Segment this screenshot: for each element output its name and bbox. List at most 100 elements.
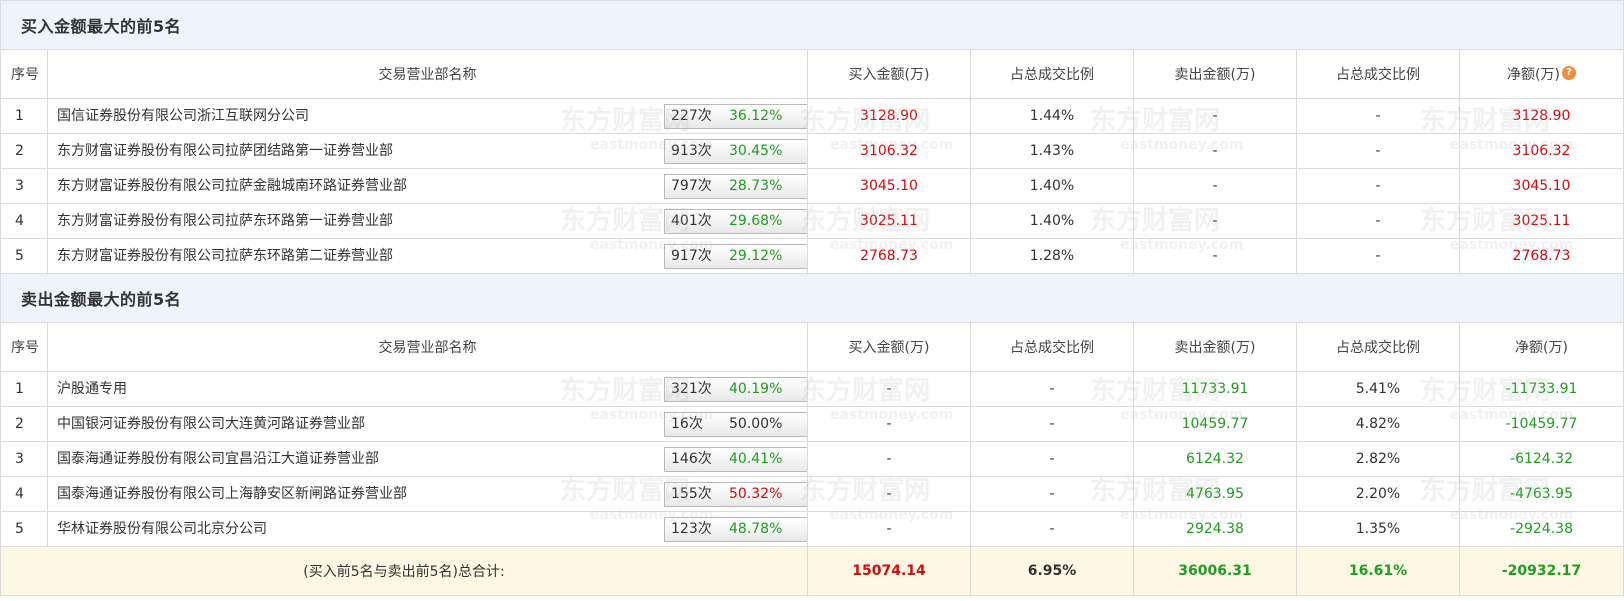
cell-buy-ratio: 1.44%	[970, 98, 1134, 134]
broker-stats-toggle[interactable]: 321次40.19%?	[664, 377, 807, 402]
broker-name-cell: 中国银河证券股份有限公司大连黄河路证券营业部 16次 50.00%	[47, 406, 808, 442]
broker-name-link[interactable]: 华林证券股份有限公司北京分公司	[57, 513, 267, 546]
total-row: (买入前5名与卖出前5名)总合计: 15074.14 6.95% 36006.31 16…	[0, 546, 1624, 596]
broker-name-link[interactable]: 国泰海通证券股份有限公司宜昌沿江大道证券营业部	[57, 443, 379, 476]
listing-count: 797次	[671, 178, 712, 194]
section-title: 卖出金额最大的前5名	[0, 273, 1624, 323]
win-rate: 36.12%	[729, 108, 783, 124]
table-header-row: 序号 交易营业部名称 买入金额(万) 占总成交比例 卖出金额(万) 占总成交比例 净额(万)	[0, 322, 1624, 372]
cell-buy: -	[807, 476, 971, 512]
broker-name-link[interactable]: 东方财富证券股份有限公司拉萨团结路第一证券营业部	[57, 135, 393, 168]
table-row[interactable]: 5 华林证券股份有限公司北京分公司 123次 48.78% - -2924.38 1.35%…	[0, 511, 1624, 547]
help-question-icon[interactable]: ?	[1561, 66, 1576, 80]
column-header-buy-ratio: 占总成交比例	[970, 322, 1134, 372]
table-row[interactable]: 2 中国银河证券股份有限公司大连黄河路证券营业部 16次 50.00% - -10459.…	[0, 406, 1624, 442]
cell-buy-ratio: -	[970, 441, 1134, 477]
total-sell-ratio: 16.61%	[1296, 546, 1460, 596]
broker-stats-toggle[interactable]: 16次 50.00%	[664, 412, 807, 437]
cell-net: 3106.32	[1458, 133, 1624, 169]
broker-name-link[interactable]: 东方财富证券股份有限公司拉萨东环路第二证券营业部	[57, 240, 393, 273]
cell-buy-ratio: -	[970, 371, 1134, 407]
table-row[interactable]: 1 国信证券股份有限公司浙江互联网分公司 227次36.12%?3128.901.4…	[0, 98, 1624, 134]
row-seq: 1	[0, 371, 48, 407]
buy-section-title-row: 买入金额最大的前5名	[0, 0, 1624, 50]
cell-sell: 6124.32	[1133, 441, 1297, 477]
cell-buy: 3025.11	[807, 203, 971, 239]
broker-stats-toggle[interactable]: 146次 40.41%	[664, 447, 807, 472]
cell-buy: 3128.90	[807, 98, 971, 134]
column-header-label: 占总成交比例	[1336, 340, 1420, 356]
win-rate: 48.78%	[729, 521, 783, 537]
broker-name-cell: 沪股通专用 321次40.19%?	[47, 371, 808, 407]
broker-stats-toggle[interactable]: 797次 28.73%	[664, 174, 807, 199]
total-buy: 15074.14	[807, 546, 971, 596]
column-header-label: 买入金额(万)	[848, 67, 930, 83]
cell-sell-ratio: -	[1296, 98, 1460, 134]
column-header-seq: 序号	[0, 49, 48, 99]
row-seq: 1	[0, 98, 48, 134]
cell-sell: -	[1133, 98, 1297, 134]
cell-sell-ratio: -	[1296, 238, 1460, 274]
broker-name-cell: 东方财富证券股份有限公司拉萨金融城南环路证券营业部 797次 28.73%	[47, 168, 808, 204]
sell-section-title-row: 卖出金额最大的前5名	[0, 273, 1624, 323]
broker-stats-toggle[interactable]: 227次36.12%?	[664, 104, 807, 129]
cell-buy: -	[807, 406, 971, 442]
table-row[interactable]: 5 东方财富证券股份有限公司拉萨东环路第二证券营业部 917次 29.12% 2768.…	[0, 238, 1624, 274]
column-header-label: 序号	[11, 67, 39, 83]
row-seq: 3	[0, 168, 48, 204]
cell-sell: 4763.95	[1133, 476, 1297, 512]
cell-sell: 11733.91	[1133, 371, 1297, 407]
cell-net: 2768.73	[1458, 238, 1624, 274]
column-header-label: 净额(万)	[1507, 67, 1560, 83]
win-rate: 29.12%	[729, 248, 783, 264]
broker-name-link[interactable]: 沪股通专用	[57, 373, 127, 406]
listing-count: 146次	[671, 451, 712, 467]
table-row[interactable]: 4 国泰海通证券股份有限公司上海静安区新闸路证券营业部 155次 50.32% - -47…	[0, 476, 1624, 512]
listing-count: 401次	[671, 213, 712, 229]
broker-name-link[interactable]: 东方财富证券股份有限公司拉萨金融城南环路证券营业部	[57, 170, 407, 203]
cell-sell: -	[1133, 203, 1297, 239]
table-row[interactable]: 2 东方财富证券股份有限公司拉萨团结路第一证券营业部 913次 30.45% 3106.…	[0, 133, 1624, 169]
cell-sell-ratio: 2.82%	[1296, 441, 1460, 477]
column-header-label: 序号	[11, 340, 39, 356]
table-row[interactable]: 3 东方财富证券股份有限公司拉萨金融城南环路证券营业部 797次 28.73% 3045…	[0, 168, 1624, 204]
broker-name-cell: 国泰海通证券股份有限公司上海静安区新闸路证券营业部 155次 50.32%	[47, 476, 808, 512]
broker-stats-toggle[interactable]: 401次 29.68%	[664, 209, 807, 234]
cell-sell: 10459.77	[1133, 406, 1297, 442]
cell-buy: -	[807, 371, 971, 407]
cell-net: 3025.11	[1458, 203, 1624, 239]
broker-name-link[interactable]: 国泰海通证券股份有限公司上海静安区新闸路证券营业部	[57, 478, 407, 511]
broker-name-cell: 东方财富证券股份有限公司拉萨东环路第一证券营业部 401次 29.68%	[47, 203, 808, 239]
table-row[interactable]: 4 东方财富证券股份有限公司拉萨东环路第一证券营业部 401次 29.68% 3025.…	[0, 203, 1624, 239]
column-header-label: 占总成交比例	[1336, 67, 1420, 83]
table-row[interactable]: 1沪股通专用321次40.19%?--11733.915.41%-11733.9…	[0, 371, 1624, 407]
win-rate: 40.19%	[729, 381, 783, 397]
broker-stats-toggle[interactable]: 123次 48.78%	[664, 517, 807, 542]
broker-name-link[interactable]: 国信证券股份有限公司浙江互联网分公司	[57, 100, 309, 133]
listing-count: 917次	[671, 248, 712, 264]
win-rate: 30.45%	[729, 143, 783, 159]
column-header-sell-ratio: 占总成交比例	[1296, 322, 1460, 372]
row-seq: 3	[0, 441, 48, 477]
column-header-seq: 序号	[0, 322, 48, 372]
broker-name-cell: 国信证券股份有限公司浙江互联网分公司 227次36.12%?	[47, 98, 808, 134]
win-rate: 40.41%	[729, 451, 783, 467]
cell-sell: -	[1133, 238, 1297, 274]
cell-net: -6124.32	[1458, 441, 1624, 477]
win-rate: 29.68%	[729, 213, 783, 229]
cell-net: 3045.10	[1458, 168, 1624, 204]
cell-buy: -	[807, 511, 971, 547]
table-header-row: 序号 交易营业部名称 买入金额(万) 占总成交比例 卖出金额(万) 占总成交比例 净额(万)…	[0, 49, 1624, 99]
cell-net: -10459.77	[1458, 406, 1624, 442]
cell-net: -2924.38	[1458, 511, 1624, 547]
table-row[interactable]: 3 国泰海通证券股份有限公司宜昌沿江大道证券营业部 146次 40.41% - -6124…	[0, 441, 1624, 477]
broker-stats-toggle[interactable]: 917次 29.12%	[664, 244, 807, 269]
total-sell: 36006.31	[1133, 546, 1297, 596]
cell-sell-ratio: -	[1296, 133, 1460, 169]
broker-name-link[interactable]: 东方财富证券股份有限公司拉萨东环路第一证券营业部	[57, 205, 393, 238]
broker-stats-toggle[interactable]: 155次 50.32%	[664, 482, 807, 507]
broker-name-link[interactable]: 中国银河证券股份有限公司大连黄河路证券营业部	[57, 408, 365, 441]
broker-stats-toggle[interactable]: 913次 30.45%	[664, 139, 807, 164]
row-seq: 4	[0, 203, 48, 239]
row-seq: 4	[0, 476, 48, 512]
